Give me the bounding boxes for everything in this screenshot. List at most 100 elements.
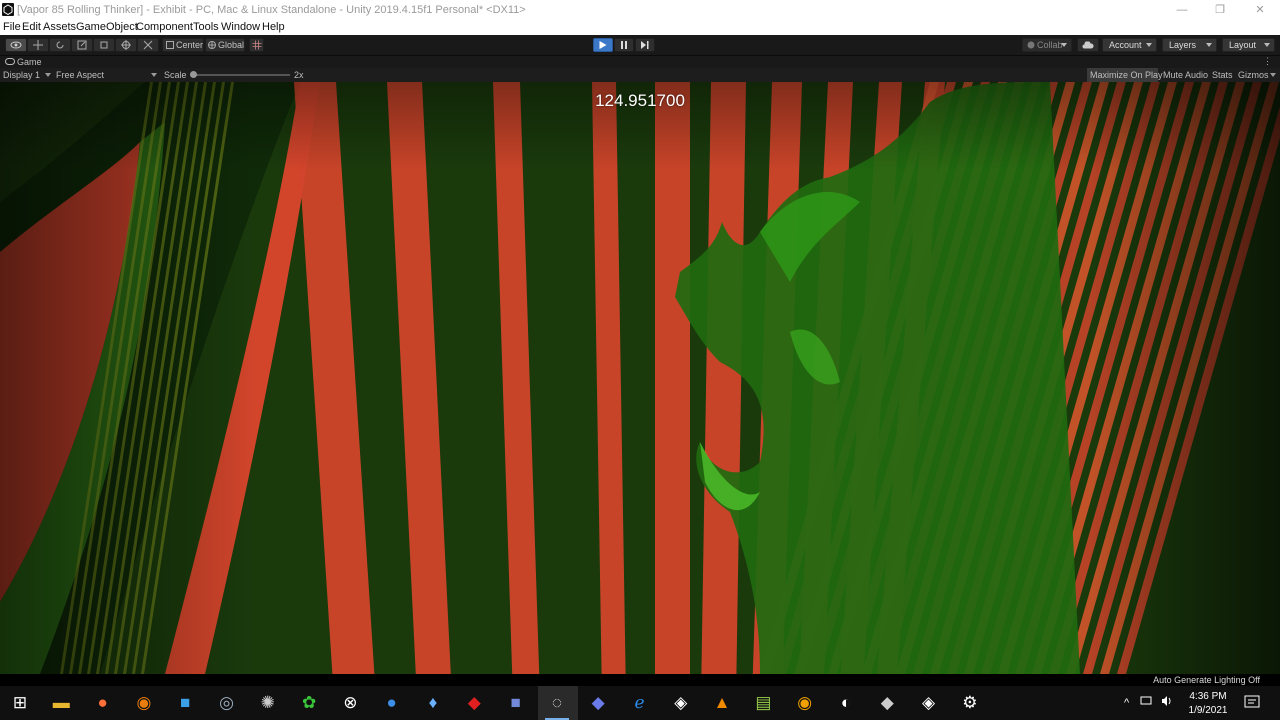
chevron-down-icon xyxy=(1146,43,1152,47)
network-icon[interactable] xyxy=(1140,696,1154,706)
game-view-toolbar: Display 1 Free Aspect Scale 2x Maximize … xyxy=(0,68,1280,82)
rect-tool-button[interactable] xyxy=(93,38,115,52)
chevron-down-icon xyxy=(1206,43,1212,47)
steam-icon[interactable]: ◎ xyxy=(217,693,237,713)
gamepad-icon xyxy=(5,58,15,65)
cloud-button[interactable] xyxy=(1077,38,1099,52)
obs-icon[interactable]: ◌ xyxy=(544,693,569,720)
menu-edit[interactable]: Edit xyxy=(22,21,41,33)
app-red-icon[interactable]: ◆ xyxy=(464,693,484,713)
unity-icon[interactable]: ◆ xyxy=(877,693,897,713)
play-button[interactable] xyxy=(593,38,613,52)
account-label: Account xyxy=(1109,40,1142,50)
pivot-mode-label: Center xyxy=(176,40,204,50)
notepad-icon[interactable]: ▤ xyxy=(753,693,773,713)
unity-editor-icon[interactable]: ◈ xyxy=(919,693,939,713)
view-tool-button[interactable] xyxy=(5,38,27,52)
menu-bar: File Edit Assets GameObject Component To… xyxy=(0,20,1280,35)
move-icon xyxy=(33,40,43,50)
unity-hub-icon[interactable]: ◈ xyxy=(671,693,691,713)
gizmos-dropdown[interactable]: Gizmos xyxy=(1238,70,1269,80)
menu-gameobject[interactable]: GameObject xyxy=(76,21,138,33)
firefox-icon[interactable]: ● xyxy=(93,693,113,713)
rotate-tool-button[interactable] xyxy=(49,38,71,52)
droplet-icon[interactable]: ♦ xyxy=(423,693,443,713)
scale-tool-button[interactable] xyxy=(71,38,93,52)
app-orange-icon[interactable]: ◐ xyxy=(836,693,856,713)
game-view-tab-bar: Game ⋮ xyxy=(0,56,1280,68)
window-title: [Vapor 85 Rolling Thinker] - Exhibit - P… xyxy=(17,4,526,16)
menu-assets[interactable]: Assets xyxy=(43,21,76,33)
aspect-dropdown[interactable]: Free Aspect xyxy=(56,70,104,80)
xbox-icon[interactable]: ⊗ xyxy=(340,693,360,713)
pause-icon xyxy=(621,41,627,49)
file-explorer-icon[interactable]: ▬ xyxy=(51,693,71,713)
menu-window[interactable]: Window xyxy=(221,21,260,33)
transform-icon xyxy=(121,40,131,50)
minimize-button[interactable]: — xyxy=(1162,2,1202,18)
layers-dropdown[interactable]: Layers xyxy=(1162,38,1217,52)
pivot-mode-button[interactable]: Center xyxy=(162,38,204,52)
scale-slider-track[interactable] xyxy=(190,74,290,76)
mute-audio-toggle[interactable]: Mute Audio xyxy=(1163,70,1208,80)
tray-chevron-icon[interactable]: ^ xyxy=(1124,697,1129,709)
chevron-down-icon xyxy=(1061,43,1067,47)
start-icon[interactable]: ⊞ xyxy=(10,693,30,713)
chevron-down-icon xyxy=(45,73,51,77)
eye-icon xyxy=(10,41,22,49)
menu-component[interactable]: Component xyxy=(136,21,193,33)
system-clock[interactable]: 4:36 PM 1/9/2021 xyxy=(1180,690,1236,718)
discord-icon[interactable]: ■ xyxy=(506,693,526,713)
app-green-icon[interactable]: ✿ xyxy=(299,693,319,713)
pivot-space-label: Global xyxy=(218,40,245,50)
game-scene-render xyxy=(0,82,1280,674)
app-ring-icon[interactable]: ◉ xyxy=(795,693,815,713)
close-button[interactable]: ✕ xyxy=(1240,2,1280,18)
blender-icon[interactable]: ◉ xyxy=(134,693,154,713)
collab-check-icon xyxy=(1027,41,1035,49)
maximize-button[interactable]: ❐ xyxy=(1200,2,1240,18)
app-window-icon[interactable]: ■ xyxy=(175,693,195,713)
collab-label: Collab xyxy=(1037,40,1063,50)
scale-icon xyxy=(77,40,87,50)
window-title-bar: [Vapor 85 Rolling Thinker] - Exhibit - P… xyxy=(0,0,1280,20)
move-tool-button[interactable] xyxy=(27,38,49,52)
layout-dropdown[interactable]: Layout xyxy=(1222,38,1275,52)
stats-toggle[interactable]: Stats xyxy=(1212,70,1233,80)
app-e-icon[interactable]: ℯ xyxy=(630,693,650,713)
windows-taskbar: ⊞ ▬ ● ◉ ■ ◎ ✺ ✿ ⊗ ● ♦ ◆ ■ ◌ ◆ ℯ ◈ ▲ ▤ ◉ ◐ ◆ ◈ ⚙ ^ 4:36 PM 1/9/2… xyxy=(0,686,1280,720)
lighting-status-text: Auto Generate Lighting Off xyxy=(1153,675,1260,685)
account-dropdown[interactable]: Account xyxy=(1102,38,1157,52)
tools-icon xyxy=(143,40,153,50)
volume-icon[interactable] xyxy=(1161,696,1173,706)
more-options-icon[interactable]: ⋮ xyxy=(1263,56,1272,67)
maximize-on-play-toggle[interactable]: Maximize On Play xyxy=(1090,70,1163,80)
unity-app-icon xyxy=(2,3,14,16)
step-button[interactable] xyxy=(635,38,655,52)
game-viewport[interactable]: 124.951700 xyxy=(0,82,1280,674)
app-blue-circle-icon[interactable]: ● xyxy=(382,693,402,713)
pause-button[interactable] xyxy=(614,38,634,52)
display-dropdown[interactable]: Display 1 xyxy=(3,70,40,80)
globe-icon xyxy=(208,41,216,49)
scale-slider-thumb[interactable] xyxy=(190,71,197,78)
scale-label: Scale xyxy=(164,70,187,80)
chevron-down-icon xyxy=(151,73,157,77)
settings-icon[interactable]: ⚙ xyxy=(960,693,980,713)
menu-tools[interactable]: Tools xyxy=(193,21,219,33)
app-swirl-icon[interactable]: ✺ xyxy=(258,693,278,713)
step-icon xyxy=(641,41,649,49)
vlc-icon[interactable]: ▲ xyxy=(712,693,732,713)
pivot-space-button[interactable]: Global xyxy=(205,38,245,52)
menu-help[interactable]: Help xyxy=(262,21,285,33)
notifications-icon[interactable] xyxy=(1244,694,1260,710)
grid-snap-icon xyxy=(252,40,261,50)
transform-tool-button[interactable] xyxy=(115,38,137,52)
game-tab[interactable]: Game xyxy=(17,57,42,67)
app-diamond-icon[interactable]: ◆ xyxy=(588,693,608,713)
menu-file[interactable]: File xyxy=(3,21,21,33)
collab-dropdown[interactable]: Collab xyxy=(1022,38,1072,52)
scale-value: 2x xyxy=(294,70,304,80)
custom-tool-button[interactable] xyxy=(137,38,159,52)
snap-toggle-button[interactable] xyxy=(249,38,264,52)
